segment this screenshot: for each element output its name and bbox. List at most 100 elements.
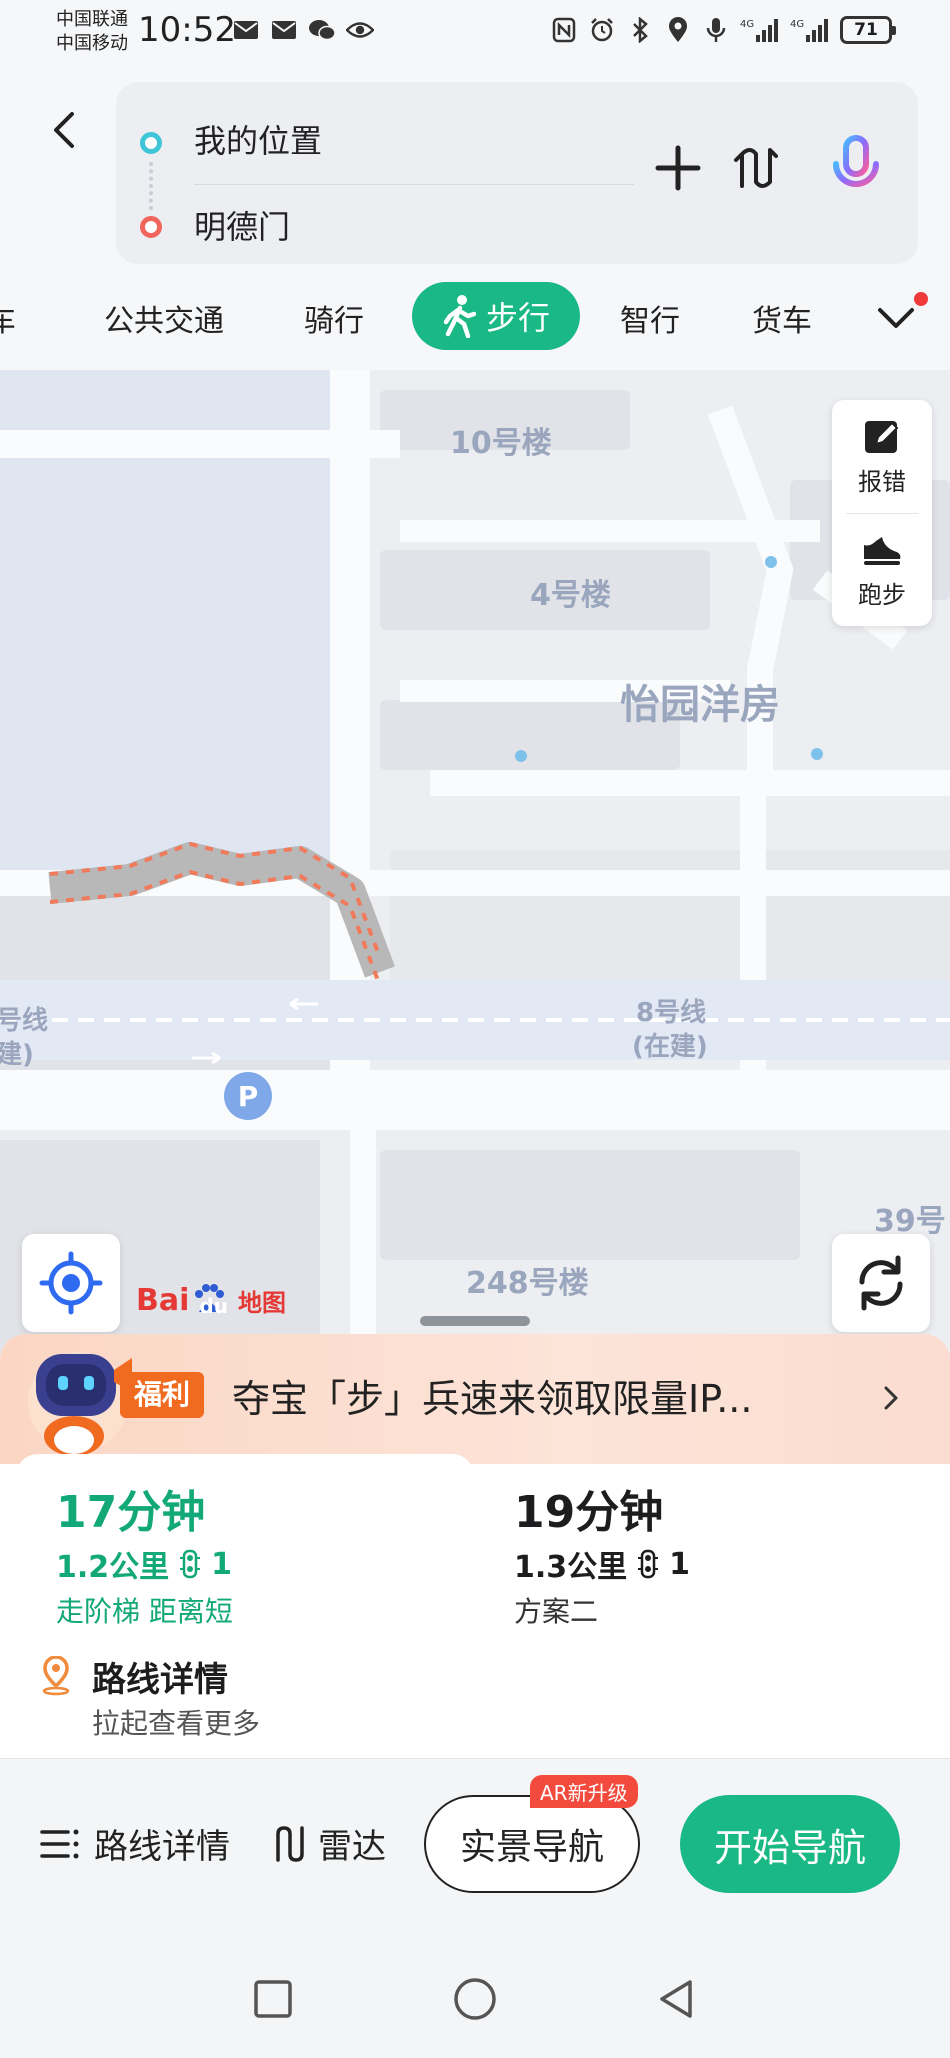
mail-icon (270, 16, 298, 44)
promo-arrow (876, 1378, 906, 1418)
promo-text: 夺宝「步」兵速来领取限量IP... (232, 1377, 753, 1421)
running-button[interactable]: 跑步 (832, 513, 932, 626)
poi-dot (811, 748, 823, 760)
origin-field[interactable]: 我的位置 (194, 116, 322, 162)
action-bar: 路线详情 雷达 实景导航 AR新升级 开始导航 (0, 1758, 950, 1938)
route-plan-1[interactable]: 17分钟 1.2公里 1 走阶梯 距离短 (16, 1454, 474, 1634)
tab-smart[interactable]: 智行 (620, 296, 680, 340)
recent-apps-button[interactable] (250, 1976, 296, 2022)
mail-icon (232, 16, 260, 44)
tab-cycling[interactable]: 骑行 (304, 296, 364, 340)
route-dotted-line (149, 162, 153, 210)
refresh-icon (859, 1255, 903, 1311)
eye-icon (346, 16, 374, 44)
more-modes-button[interactable] (876, 298, 916, 338)
route-plans: 17分钟 1.2公里 1 走阶梯 距离短 19分钟 1.3公里 1 方案二 (16, 1454, 934, 1634)
signal-icon: 4G (740, 16, 780, 44)
signal-icon: 4G (790, 16, 830, 44)
svg-text:P: P (238, 1080, 259, 1113)
system-icons: 4G 4G 71 (550, 16, 896, 44)
destination-dot-icon (140, 216, 162, 238)
panel-drag-handle[interactable] (420, 1316, 530, 1326)
swap-route-button[interactable] (730, 142, 782, 194)
microphone-icon (833, 135, 879, 199)
tab-car[interactable]: 车 (0, 296, 16, 340)
locate-me-button[interactable] (22, 1234, 120, 1332)
home-button[interactable] (452, 1976, 498, 2022)
route-input-box: 我的位置 明德门 (116, 82, 918, 264)
swap-icon (734, 148, 778, 188)
road (430, 770, 950, 796)
plan-time: 17分钟 (56, 1487, 206, 1538)
map-tools: 报错 跑步 (832, 400, 932, 626)
square-icon (254, 1980, 292, 2018)
bluetooth-icon (626, 16, 654, 44)
map-label-metro-status: 建) (0, 1040, 34, 1070)
plan-distance: 1.3公里 1 (514, 1546, 691, 1586)
list-icon (40, 1829, 79, 1858)
circle-icon (454, 1978, 496, 2020)
tab-walking-label: 步行 (485, 299, 550, 337)
plan-note: 方案二 (514, 1595, 599, 1628)
chevron-down-icon (878, 308, 914, 328)
back-button[interactable] (44, 100, 84, 160)
tab-walking[interactable]: 步行 (412, 282, 580, 350)
map-canvas: P (0, 370, 950, 1370)
carrier-names: 中国联通 中国移动 (56, 8, 128, 56)
walking-icon (443, 295, 476, 338)
sneaker-icon (864, 537, 901, 565)
carrier-2: 中国移动 (56, 33, 128, 54)
nfc-icon (550, 16, 578, 44)
voice-input-button[interactable] (828, 134, 884, 200)
route-detail-section[interactable]: 路线详情 拉起查看更多 (40, 1652, 640, 1752)
radar-button[interactable]: 雷达 (272, 1819, 386, 1868)
route-detail-label: 路线详情 (94, 1827, 230, 1867)
alarm-icon (588, 16, 616, 44)
tab-public-transit[interactable]: 公共交通 (104, 296, 224, 340)
radar-label: 雷达 (318, 1827, 386, 1867)
origin-dot-icon (140, 132, 162, 154)
network-label: 4G (740, 19, 754, 30)
system-nav-bar (0, 1938, 950, 2058)
wechat-icon (308, 16, 336, 44)
mic-icon (702, 16, 730, 44)
triangle-back-icon (660, 1980, 692, 2018)
radar-icon (276, 1825, 304, 1862)
route-panel: 福利 夺宝「步」兵速来领取限量IP... 17分钟 1.2公里 1 走阶梯 距离… (0, 1334, 950, 1758)
refresh-route-button[interactable] (832, 1234, 930, 1332)
start-navigation-button[interactable]: 开始导航 (680, 1795, 900, 1893)
route-detail-subtitle: 拉起查看更多 (92, 1707, 261, 1740)
add-waypoint-button[interactable] (652, 142, 704, 194)
promo-banner[interactable]: 福利 夺宝「步」兵速来领取限量IP... (0, 1334, 950, 1464)
route-detail-title: 路线详情 (92, 1660, 228, 1700)
map-label-metro: 号线 (0, 1006, 49, 1036)
clock: 10:52 (138, 10, 236, 50)
map-label-community: 怡园洋房 (620, 682, 780, 728)
route-detail-button[interactable]: 路线详情 (40, 1819, 230, 1868)
map-label-metro: 8号线 (636, 998, 707, 1028)
location-pin-icon (42, 1656, 70, 1696)
chevron-right-icon (884, 1386, 898, 1410)
plus-icon (655, 145, 701, 191)
map-label-metro-status: (在建) (632, 1032, 708, 1062)
status-bar: 中国联通 中国移动 10:52 4G 4G 71 (0, 0, 950, 70)
route-plan-2[interactable]: 19分钟 1.3公里 1 方案二 (474, 1454, 934, 1634)
map-view[interactable]: P 10号楼 4号楼 怡园洋房 8号线 (在建) 248号楼 39号 号线 建)… (0, 370, 950, 1370)
chevron-left-icon (54, 112, 74, 148)
route-header: 我的位置 明德门 (0, 70, 950, 270)
back-nav-button[interactable] (654, 1976, 700, 2022)
ar-upgrade-badge: AR新升级 (530, 1775, 638, 1808)
ar-navigation-button[interactable]: 实景导航 (424, 1795, 640, 1893)
notification-dot (914, 292, 928, 306)
tab-truck[interactable]: 货车 (752, 296, 812, 340)
welfare-badge: 福利 (120, 1372, 205, 1418)
building (380, 1150, 800, 1260)
carrier-1: 中国联通 (56, 9, 128, 30)
map-label-building: 248号楼 (466, 1266, 589, 1301)
traffic-light-icon (638, 1549, 659, 1579)
report-error-label: 报错 (858, 468, 906, 496)
map-label-building: 10号楼 (450, 426, 552, 461)
report-error-button[interactable]: 报错 (832, 400, 932, 513)
destination-field[interactable]: 明德门 (194, 202, 290, 248)
location-icon (664, 16, 692, 44)
